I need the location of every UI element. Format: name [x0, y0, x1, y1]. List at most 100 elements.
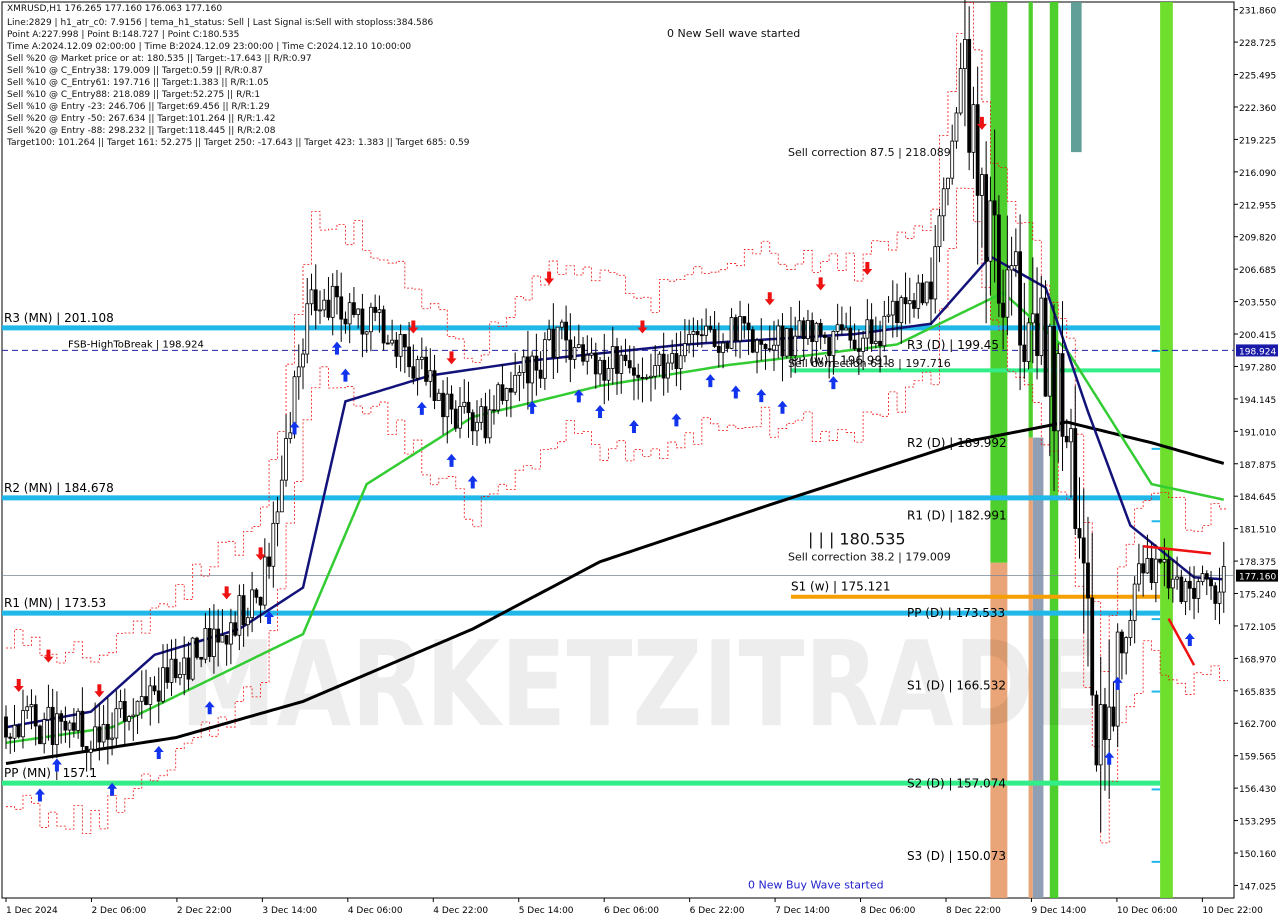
candle-body — [929, 281, 933, 300]
candle-body — [695, 331, 700, 336]
candle-body — [975, 104, 980, 196]
candle-body — [394, 339, 399, 357]
chart-annotation: Sell correction 38.2 | 179.009 — [788, 550, 951, 563]
candle-body — [839, 324, 844, 331]
monthly-level-label: PP (MN) | 157.1 — [4, 766, 97, 780]
candle-body — [186, 657, 191, 680]
candle-body — [996, 214, 1001, 304]
candle-body — [687, 334, 692, 345]
x-tick-label: 4 Dec 22:00 — [433, 906, 488, 916]
candle-body — [407, 346, 411, 368]
candle-body — [1022, 344, 1027, 362]
candle-body — [475, 421, 479, 432]
candle-body — [763, 343, 768, 350]
candle-body — [623, 354, 628, 362]
candle-body — [691, 331, 696, 335]
candle-body — [1001, 302, 1006, 318]
candle-body — [933, 246, 938, 300]
candle-body — [1124, 637, 1129, 654]
candle-body — [504, 388, 509, 401]
candle-body — [352, 302, 356, 315]
y-tick-label: 219.225 — [1239, 136, 1276, 146]
x-tick-label: 6 Dec 06:00 — [604, 906, 659, 916]
y-tick-label: 222.360 — [1239, 104, 1276, 114]
candle-body — [1009, 265, 1014, 271]
candle-body — [182, 657, 187, 675]
candle-body — [780, 325, 785, 357]
candle-body — [373, 306, 378, 313]
candle-body — [309, 289, 314, 305]
candle-body — [818, 322, 823, 336]
candle-body — [721, 342, 725, 353]
candle-body — [759, 339, 764, 345]
x-tick-label: 9 Dec 14:00 — [1031, 906, 1086, 916]
candle-body — [907, 300, 912, 305]
info-line: Sell %20 @ Entry -50: 267.634 || Target:… — [7, 114, 276, 124]
candle-body — [525, 356, 530, 384]
daily-level-label: R1 (D) | 182.991 — [907, 508, 1007, 522]
chart-annotation: 0 New Sell wave started — [667, 27, 800, 40]
candle-body — [250, 589, 254, 619]
candle-body — [1187, 580, 1192, 589]
y-tick-label: 187.875 — [1239, 461, 1276, 471]
candle-body — [878, 340, 882, 347]
candle-body — [1120, 631, 1124, 654]
candle-body — [585, 354, 590, 362]
candle-body — [649, 375, 653, 378]
candle-body — [67, 722, 72, 731]
candle-body — [156, 690, 161, 702]
plot-frame — [1, 1, 1235, 899]
candle-body — [636, 374, 641, 378]
candle-body — [1136, 563, 1141, 585]
fsb-label: FSB-HighToBreak | 198.924 — [68, 339, 204, 350]
candle-body — [296, 366, 301, 378]
info-line: Time A:2024.12.09 02:00:00 | Time B:2024… — [7, 42, 412, 52]
candle-body — [224, 635, 229, 645]
candle-body — [1204, 573, 1209, 580]
candle-body — [1043, 297, 1048, 397]
candle-body — [1183, 580, 1188, 603]
candle-body — [984, 174, 989, 262]
candle-body — [148, 685, 153, 705]
candle-body — [279, 479, 284, 513]
candle-body — [262, 556, 267, 606]
candle-body — [916, 282, 921, 309]
candle-body — [139, 696, 144, 702]
candle-body — [8, 736, 13, 739]
x-tick-label: 3 Dec 14:00 — [262, 906, 317, 916]
candle-body — [385, 342, 390, 345]
candle-body — [1026, 322, 1031, 362]
candle-body — [1047, 325, 1052, 397]
candle-body — [216, 628, 221, 643]
candle-body — [1107, 706, 1112, 740]
candle-body — [912, 300, 916, 309]
candle-body — [84, 746, 89, 753]
candle-body — [424, 356, 428, 382]
monthly-level-label: R2 (MN) | 184.678 — [4, 481, 114, 495]
info-line: Point A:227.998 | Point B:148.727 | Poin… — [7, 30, 240, 40]
candle-body — [670, 353, 675, 364]
candle-body — [712, 329, 717, 347]
candle-body — [1035, 313, 1039, 356]
candle-body — [97, 726, 102, 743]
candle-body — [301, 353, 305, 368]
candle-body — [432, 370, 437, 401]
daily-level-label: S3 (D) | 150.073 — [907, 849, 1006, 863]
candle-body — [415, 359, 420, 379]
candle-body — [589, 352, 594, 356]
y-tick-label: 153.295 — [1239, 818, 1276, 828]
candle-body — [220, 635, 225, 643]
candle-body — [657, 353, 662, 367]
candle-body — [971, 104, 976, 153]
y-tick-label: 206.685 — [1239, 266, 1276, 276]
candle-body — [165, 667, 170, 683]
candle-body — [178, 674, 182, 679]
candle-body — [682, 343, 687, 357]
candle-body — [958, 68, 963, 114]
candle-body — [1149, 558, 1154, 584]
x-tick-label: 1 Dec 2024 — [6, 906, 58, 916]
candle-body — [1069, 428, 1073, 443]
candle-body — [517, 372, 522, 376]
y-tick-label: 165.835 — [1239, 688, 1276, 698]
candle-body — [810, 320, 815, 342]
